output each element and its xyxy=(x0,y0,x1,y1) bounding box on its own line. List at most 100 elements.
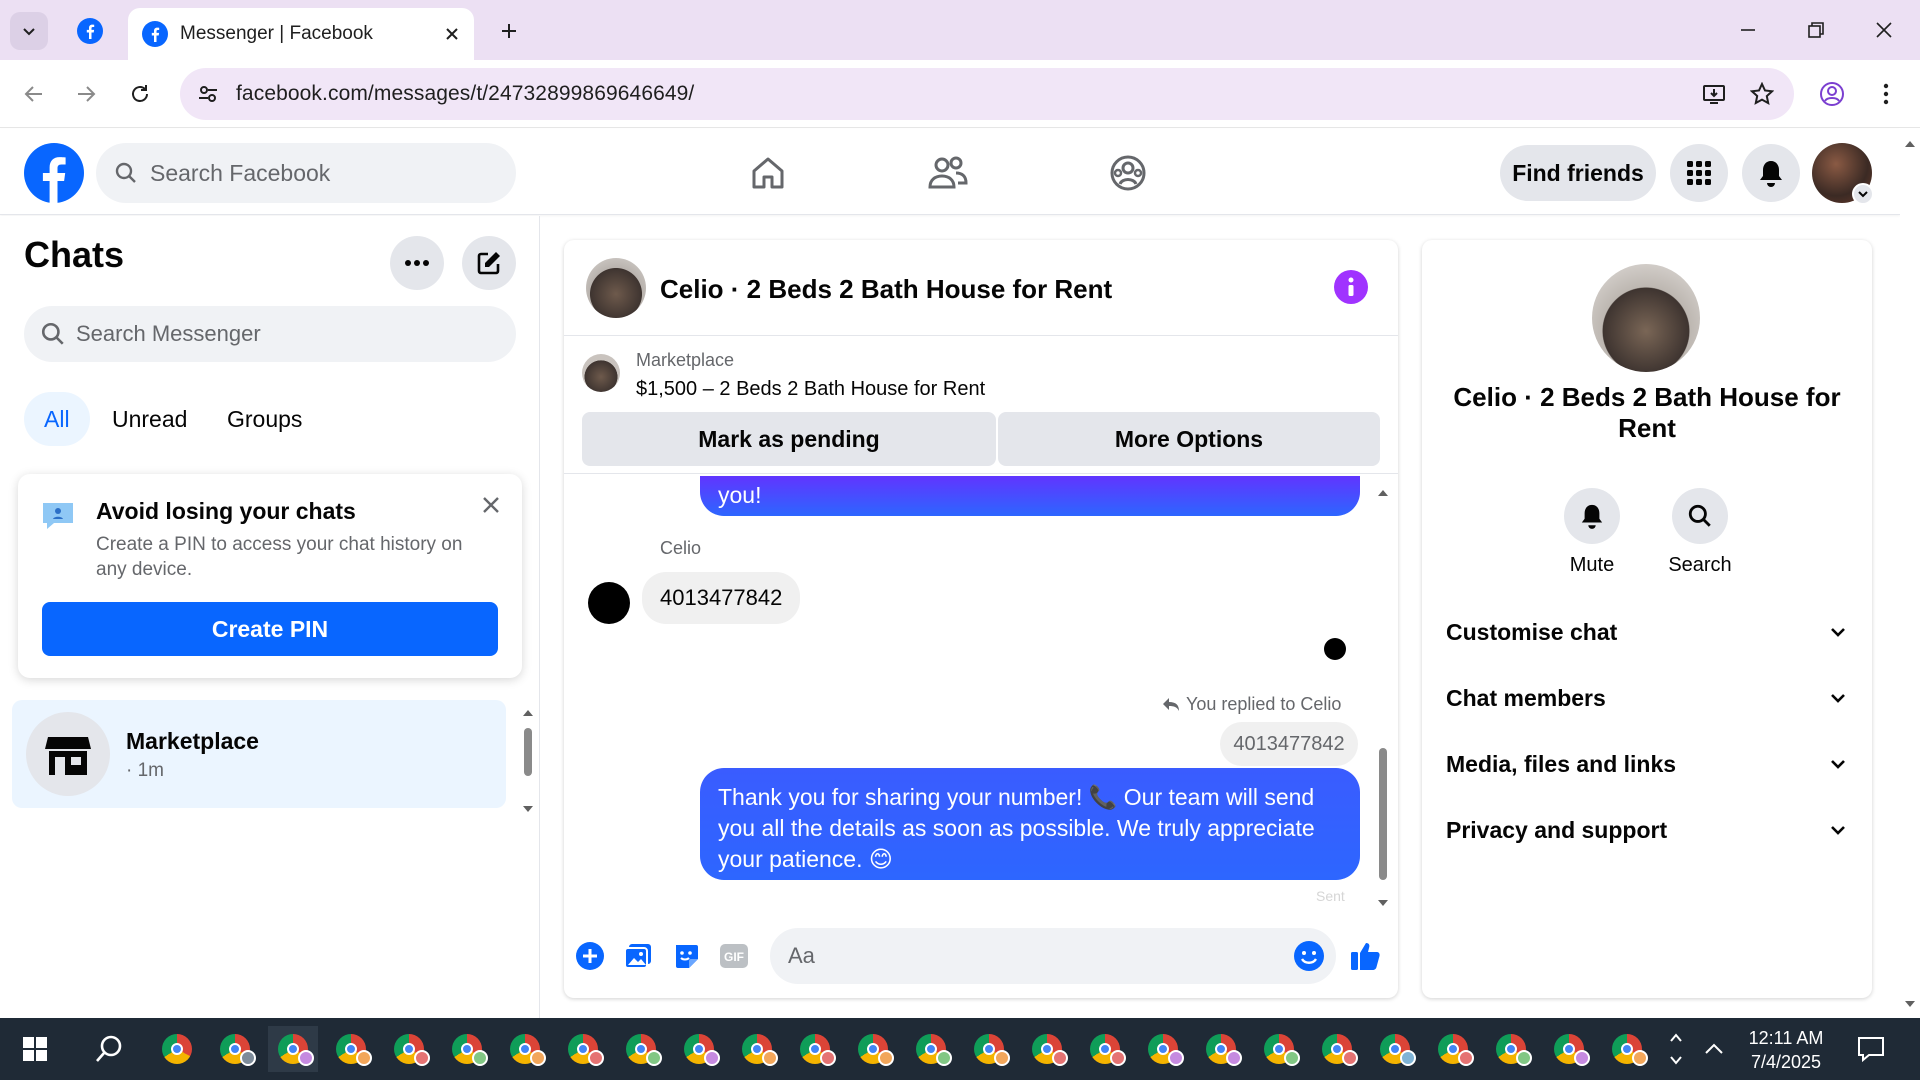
listing-title[interactable]: $1,500 – 2 Beds 2 Bath House for Rent xyxy=(636,378,985,401)
nav-home[interactable] xyxy=(742,147,794,199)
filter-all[interactable]: All xyxy=(24,392,90,446)
chat-title[interactable]: Celio · 2 Beds 2 Bath House for Rent xyxy=(660,274,1112,305)
facebook-search-bar[interactable] xyxy=(96,143,516,203)
chat-options-button[interactable] xyxy=(390,236,444,290)
taskbar-chrome-profile[interactable] xyxy=(790,1026,840,1072)
taskbar-chrome-profile[interactable] xyxy=(906,1026,956,1072)
sidebar-scrollbar[interactable] xyxy=(520,706,536,816)
restore-button[interactable] xyxy=(1782,0,1850,60)
taskbar-chrome-profile[interactable] xyxy=(1022,1026,1072,1072)
browser-menu-button[interactable] xyxy=(1866,74,1906,114)
taskbar-chrome-profile[interactable] xyxy=(1312,1026,1362,1072)
conversation-item-marketplace[interactable]: Marketplace · 1m xyxy=(12,700,506,808)
reload-button[interactable] xyxy=(120,74,160,114)
listing-thumbnail[interactable] xyxy=(582,354,620,392)
system-clock[interactable]: 12:11 AM 7/4/2025 xyxy=(1736,1026,1836,1074)
profile-button[interactable] xyxy=(1812,74,1852,114)
mark-as-pending-button[interactable]: Mark as pending xyxy=(582,412,996,466)
outgoing-message[interactable]: Thank you for sharing your number! 📞 Our… xyxy=(700,768,1360,880)
taskbar-chrome-profile[interactable] xyxy=(558,1026,608,1072)
site-info-icon[interactable] xyxy=(192,78,224,110)
close-window-button[interactable] xyxy=(1850,0,1918,60)
taskbar-chrome-profile[interactable] xyxy=(1370,1026,1420,1072)
nav-groups[interactable] xyxy=(1102,147,1154,199)
taskbar-chrome-profile[interactable] xyxy=(210,1026,260,1072)
account-avatar[interactable] xyxy=(1812,143,1874,205)
taskbar-chrome-profile[interactable] xyxy=(1544,1026,1594,1072)
emoji-button[interactable] xyxy=(1292,939,1326,973)
messages-scrollbar[interactable] xyxy=(1376,486,1390,906)
nav-friends[interactable] xyxy=(922,147,974,199)
taskbar-chrome-profile[interactable] xyxy=(268,1026,318,1072)
taskbar-chrome-profile[interactable] xyxy=(1428,1026,1478,1072)
quoted-message[interactable]: 4013477842 xyxy=(1220,722,1358,766)
taskbar-chrome-profile[interactable] xyxy=(500,1026,550,1072)
find-friends-button[interactable]: Find friends xyxy=(1500,145,1656,201)
taskbar-chrome-profile[interactable] xyxy=(1080,1026,1130,1072)
new-tab-button[interactable] xyxy=(490,12,528,50)
back-button[interactable] xyxy=(14,74,54,114)
forward-button[interactable] xyxy=(66,74,106,114)
minimize-button[interactable] xyxy=(1714,0,1782,60)
taskbar-scroll-buttons[interactable] xyxy=(1664,1026,1688,1072)
message-sender-name: Celio xyxy=(660,538,702,558)
taskbar-chrome-profile[interactable] xyxy=(674,1026,724,1072)
taskbar-chrome-profile[interactable] xyxy=(384,1026,434,1072)
facebook-logo[interactable] xyxy=(24,143,84,203)
facebook-search-input[interactable] xyxy=(150,159,450,187)
taskbar-chrome-profile[interactable] xyxy=(732,1026,782,1072)
mute-action[interactable]: Mute xyxy=(1542,488,1642,577)
pinned-facebook-tab[interactable] xyxy=(70,12,110,50)
taskbar-chrome-profile[interactable] xyxy=(848,1026,898,1072)
active-browser-tab[interactable]: Messenger | Facebook xyxy=(128,8,474,60)
more-options-button[interactable]: More Options xyxy=(998,412,1380,466)
gif-button[interactable]: GIF xyxy=(716,938,752,974)
chat-avatar[interactable] xyxy=(586,258,646,318)
message-input[interactable] xyxy=(788,943,1248,969)
customise-chat-section[interactable]: Customise chat xyxy=(1446,604,1848,660)
filter-groups[interactable]: Groups xyxy=(207,392,322,446)
sender-avatar[interactable] xyxy=(588,582,630,624)
taskbar-chrome-profile[interactable] xyxy=(1486,1026,1536,1072)
info-avatar[interactable] xyxy=(1592,264,1700,372)
message-input-box[interactable] xyxy=(770,928,1336,984)
taskbar-chrome-profile[interactable] xyxy=(1602,1026,1652,1072)
create-pin-button[interactable]: Create PIN xyxy=(42,602,498,656)
marketplace-listing-bar: Marketplace $1,500 – 2 Beds 2 Bath House… xyxy=(564,336,1398,474)
like-button[interactable] xyxy=(1348,938,1384,974)
search-in-conversation-action[interactable]: Search xyxy=(1650,488,1750,577)
page-scrollbar[interactable] xyxy=(1900,129,1920,1018)
taskbar-chrome[interactable] xyxy=(152,1026,202,1072)
install-app-icon[interactable] xyxy=(1698,78,1730,110)
taskbar-chrome-profile[interactable] xyxy=(442,1026,492,1072)
taskbar-chrome-profile[interactable] xyxy=(1254,1026,1304,1072)
taskbar-chrome-profile[interactable] xyxy=(326,1026,376,1072)
sticker-button[interactable] xyxy=(668,938,704,974)
messenger-search-input[interactable] xyxy=(76,321,476,347)
taskbar-chrome-profile[interactable] xyxy=(616,1026,666,1072)
start-button[interactable] xyxy=(10,1026,60,1072)
conversation-info-button[interactable] xyxy=(1334,270,1368,304)
bookmark-star-icon[interactable] xyxy=(1746,78,1778,110)
notification-center-button[interactable] xyxy=(1846,1026,1896,1072)
address-bar[interactable]: facebook.com/messages/t/2473289986964664… xyxy=(180,68,1794,120)
taskbar-chrome-profile[interactable] xyxy=(1196,1026,1246,1072)
media-files-links-section[interactable]: Media, files and links xyxy=(1446,736,1848,792)
close-icon[interactable] xyxy=(444,26,460,42)
taskbar-chrome-profile[interactable] xyxy=(964,1026,1014,1072)
filter-unread[interactable]: Unread xyxy=(92,392,207,446)
pin-card-close-button[interactable] xyxy=(476,490,506,520)
messenger-search-bar[interactable] xyxy=(24,306,516,362)
tab-search-button[interactable] xyxy=(10,12,48,50)
more-actions-button[interactable] xyxy=(572,938,608,974)
taskbar-search-button[interactable] xyxy=(84,1026,134,1072)
taskbar-chrome-profile[interactable] xyxy=(1138,1026,1188,1072)
menu-button[interactable] xyxy=(1670,144,1728,202)
chat-members-section[interactable]: Chat members xyxy=(1446,670,1848,726)
new-message-button[interactable] xyxy=(462,236,516,290)
notifications-button[interactable] xyxy=(1742,144,1800,202)
incoming-message[interactable]: 4013477842 xyxy=(642,572,801,624)
show-hidden-icons-button[interactable] xyxy=(1694,1026,1734,1072)
attach-photo-button[interactable] xyxy=(620,938,656,974)
privacy-support-section[interactable]: Privacy and support xyxy=(1446,802,1848,858)
